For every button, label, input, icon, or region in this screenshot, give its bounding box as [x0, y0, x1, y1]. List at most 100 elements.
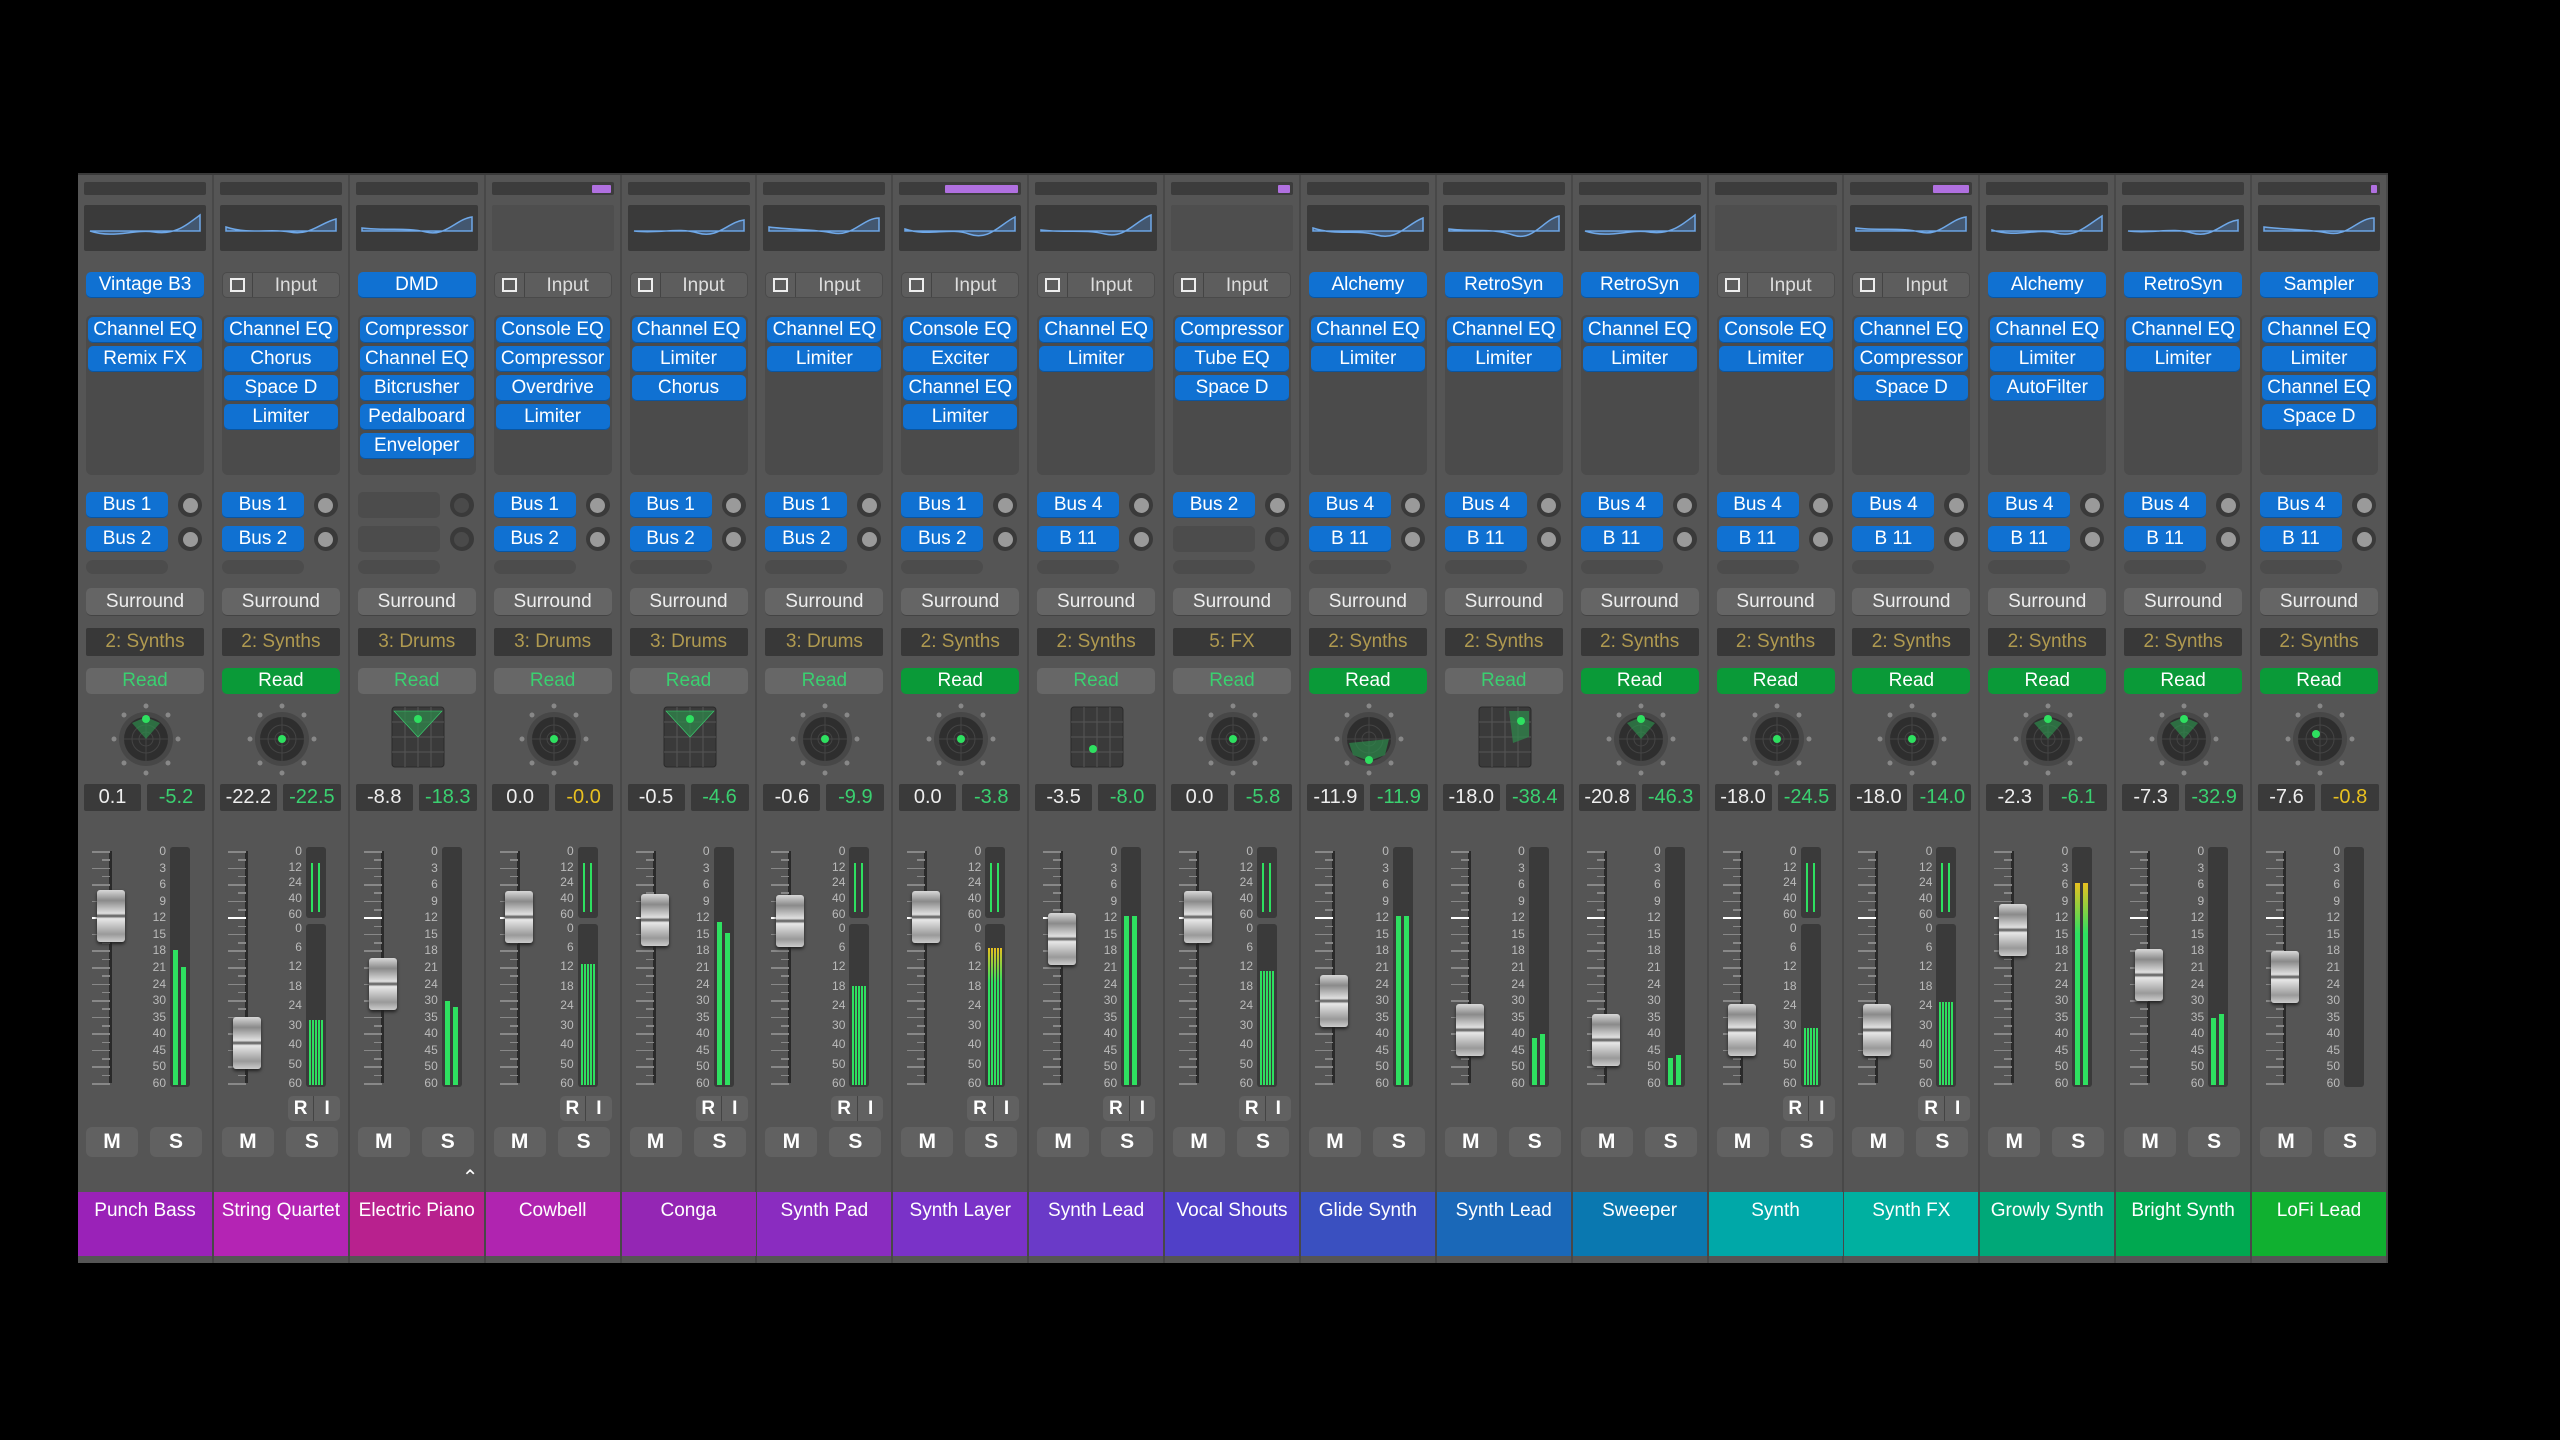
input-format-icon[interactable]: [1853, 273, 1884, 297]
send-slot-empty[interactable]: [1988, 560, 2071, 574]
group-slot[interactable]: 3: Drums: [765, 628, 884, 656]
send-slot-empty[interactable]: [1716, 560, 1799, 574]
track-name[interactable]: Synth Pad: [757, 1192, 892, 1256]
instrument-slot[interactable]: Vintage B3: [86, 272, 204, 298]
automation-read-button[interactable]: Read: [765, 668, 884, 694]
send-slot[interactable]: Bus 4: [1580, 492, 1663, 518]
insert-slot[interactable]: Overdrive: [495, 375, 610, 401]
send-slot-empty[interactable]: [1580, 560, 1663, 574]
eq-thumbnail[interactable]: [1442, 205, 1565, 251]
automation-read-button[interactable]: Read: [2260, 668, 2378, 694]
eq-thumbnail[interactable]: [2258, 205, 2380, 251]
send-level-knob[interactable]: [1672, 493, 1697, 517]
input-format-icon[interactable]: [1718, 273, 1748, 297]
insert-slot[interactable]: Channel EQ: [2262, 375, 2376, 401]
send-slot[interactable]: Bus 1: [765, 492, 848, 518]
automation-read-button[interactable]: Read: [493, 668, 612, 694]
pan-knob[interactable]: [921, 703, 1001, 777]
peak-readout[interactable]: -4.6: [690, 784, 749, 811]
send-slot-empty[interactable]: [2124, 560, 2207, 574]
automation-read-button[interactable]: Read: [357, 668, 476, 694]
input-monitor-button[interactable]: I: [314, 1096, 340, 1121]
insert-slot[interactable]: Limiter: [2262, 346, 2376, 372]
send-slot-empty[interactable]: [357, 492, 440, 518]
eq-thumbnail[interactable]: [1714, 205, 1837, 251]
pan-knob[interactable]: [106, 703, 186, 777]
send-level-knob[interactable]: [585, 527, 610, 551]
group-slot[interactable]: 2: Synths: [1580, 628, 1699, 656]
insert-slot[interactable]: Channel EQ: [903, 375, 1018, 401]
mute-button[interactable]: M: [493, 1127, 546, 1157]
pan-knob[interactable]: [785, 703, 865, 777]
peak-readout[interactable]: -22.5: [282, 784, 341, 811]
insert-slot[interactable]: Tube EQ: [1175, 346, 1289, 372]
peak-readout[interactable]: -9.9: [826, 784, 885, 811]
output-surround-button[interactable]: Surround: [221, 588, 340, 616]
automation-read-button[interactable]: Read: [1444, 668, 1563, 694]
insert-slot[interactable]: Bitcrusher: [359, 375, 474, 401]
insert-slot[interactable]: Limiter: [2126, 346, 2241, 372]
insert-slot[interactable]: Channel EQ: [767, 317, 882, 343]
send-level-knob[interactable]: [1536, 527, 1561, 551]
output-surround-button[interactable]: Surround: [1037, 588, 1156, 616]
input-slot[interactable]: Input: [221, 272, 340, 298]
send-level-knob[interactable]: [2352, 527, 2376, 551]
eq-thumbnail[interactable]: [1306, 205, 1429, 251]
send-slot-empty[interactable]: [221, 560, 304, 574]
send-slot-empty[interactable]: [629, 560, 712, 574]
insert-slot[interactable]: Space D: [1175, 375, 1289, 401]
volume-readout[interactable]: -18.0: [1850, 784, 1908, 811]
eq-thumbnail[interactable]: [355, 205, 478, 251]
volume-readout[interactable]: -0.6: [763, 784, 821, 811]
volume-readout[interactable]: 0.1: [84, 784, 141, 811]
automation-read-button[interactable]: Read: [1716, 668, 1835, 694]
send-slot[interactable]: Bus 2: [86, 526, 168, 552]
peak-readout[interactable]: -14.0: [1913, 784, 1972, 811]
track-name[interactable]: Synth: [1708, 1192, 1843, 1256]
insert-slot[interactable]: Limiter: [1718, 346, 1833, 372]
insert-slot[interactable]: Channel EQ: [223, 317, 338, 343]
insert-slot[interactable]: Console EQ: [903, 317, 1018, 343]
fader-handle[interactable]: [232, 1017, 261, 1070]
insert-slot[interactable]: Limiter: [1582, 346, 1697, 372]
eq-thumbnail[interactable]: [899, 205, 1022, 251]
output-surround-button[interactable]: Surround: [1852, 588, 1971, 616]
send-level-knob[interactable]: [721, 493, 746, 517]
automation-read-button[interactable]: Read: [1580, 668, 1699, 694]
insert-slot[interactable]: Channel EQ: [631, 317, 746, 343]
volume-readout[interactable]: -11.9: [1306, 784, 1364, 811]
input-monitor-button[interactable]: I: [858, 1096, 884, 1121]
mute-button[interactable]: M: [357, 1127, 410, 1157]
insert-slot[interactable]: Limiter: [495, 404, 610, 430]
automation-read-button[interactable]: Read: [1988, 668, 2107, 694]
solo-button[interactable]: S: [1916, 1127, 1969, 1157]
fader-handle[interactable]: [776, 894, 805, 947]
input-format-icon[interactable]: [766, 273, 797, 297]
input-monitor-button[interactable]: I: [994, 1096, 1020, 1121]
send-slot[interactable]: Bus 4: [1037, 492, 1120, 518]
insert-slot[interactable]: Remix FX: [88, 346, 202, 372]
fader-handle[interactable]: [504, 891, 533, 944]
send-level-knob[interactable]: [1808, 493, 1833, 517]
solo-button[interactable]: S: [1508, 1127, 1561, 1157]
automation-read-button[interactable]: Read: [1037, 668, 1156, 694]
solo-button[interactable]: S: [1644, 1127, 1697, 1157]
peak-readout[interactable]: -32.9: [2185, 784, 2244, 811]
eq-thumbnail[interactable]: [84, 205, 206, 251]
record-enable-button[interactable]: R: [288, 1096, 315, 1121]
track-name[interactable]: Synth Layer: [893, 1192, 1028, 1256]
input-slot[interactable]: Input: [1852, 272, 1971, 298]
instrument-slot[interactable]: RetroSyn: [1444, 272, 1563, 298]
group-slot[interactable]: 3: Drums: [493, 628, 612, 656]
volume-readout[interactable]: -3.5: [1035, 784, 1093, 811]
peak-readout[interactable]: -5.2: [147, 784, 205, 811]
fader-handle[interactable]: [1319, 975, 1348, 1028]
mute-button[interactable]: M: [1852, 1127, 1905, 1157]
eq-thumbnail[interactable]: [1035, 205, 1158, 251]
insert-slot[interactable]: Channel EQ: [1990, 317, 2105, 343]
send-slot[interactable]: B 11: [2260, 526, 2342, 552]
mute-button[interactable]: M: [1173, 1127, 1225, 1157]
output-surround-button[interactable]: Surround: [901, 588, 1020, 616]
track-name[interactable]: Synth Lead: [1436, 1192, 1571, 1256]
mute-button[interactable]: M: [1308, 1127, 1361, 1157]
